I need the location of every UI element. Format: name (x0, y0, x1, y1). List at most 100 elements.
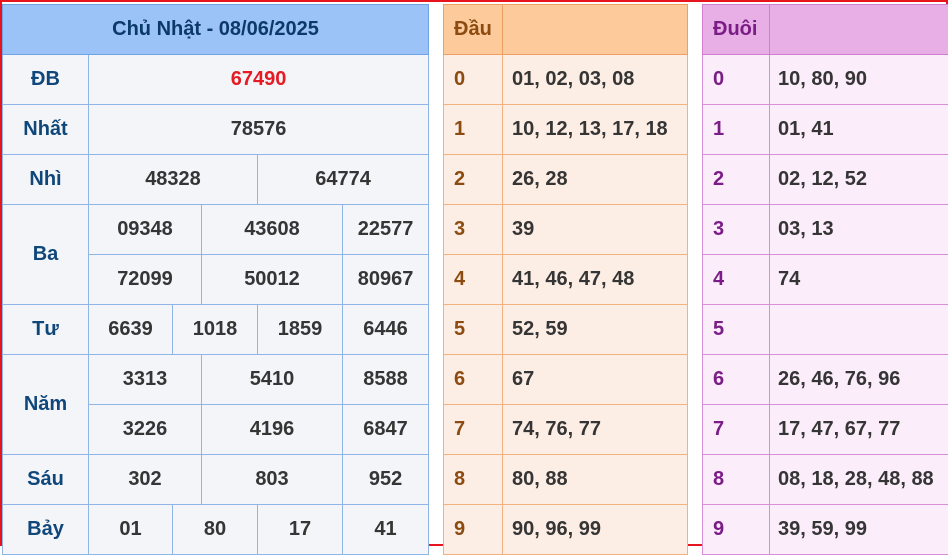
head-header: Đầu (444, 5, 503, 55)
prize-number-special: 67490 (89, 55, 429, 105)
prize-number: 09348 (89, 205, 202, 255)
head-digit: 4 (444, 255, 503, 305)
head-digit-table: Đầu 001, 02, 03, 08 110, 12, 13, 17, 18 … (443, 4, 688, 555)
prize-label: Sáu (3, 455, 89, 505)
head-row: 880, 88 (444, 455, 688, 505)
tail-row: 939, 59, 99 (703, 505, 948, 555)
tail-digit: 8 (703, 455, 770, 505)
head-row: 226, 28 (444, 155, 688, 205)
results-date-title: Chủ Nhật - 08/06/2025 (3, 5, 429, 55)
head-row: 441, 46, 47, 48 (444, 255, 688, 305)
tail-row: 010, 80, 90 (703, 55, 948, 105)
prize-number: 5410 (202, 355, 343, 405)
head-values: 90, 96, 99 (503, 505, 688, 555)
head-values: 67 (503, 355, 688, 405)
head-digit: 6 (444, 355, 503, 405)
tail-values: 08, 18, 28, 48, 88 (770, 455, 948, 505)
head-digit: 2 (444, 155, 503, 205)
prize-number: 01 (89, 505, 173, 555)
tail-digit: 1 (703, 105, 770, 155)
prize-row-fourth: Tư 6639 1018 1859 6446 (3, 305, 429, 355)
head-row: 552, 59 (444, 305, 688, 355)
tail-header-blank (770, 5, 948, 55)
head-row: 667 (444, 355, 688, 405)
tail-row: 717, 47, 67, 77 (703, 405, 948, 455)
prize-number: 8588 (343, 355, 429, 405)
head-digit: 3 (444, 205, 503, 255)
tail-values: 10, 80, 90 (770, 55, 948, 105)
tail-digit: 5 (703, 305, 770, 355)
head-digit: 1 (444, 105, 503, 155)
prize-number: 43608 (202, 205, 343, 255)
tail-values: 39, 59, 99 (770, 505, 948, 555)
prize-label: Tư (3, 305, 89, 355)
prize-number: 78576 (89, 105, 429, 155)
tail-digit: 3 (703, 205, 770, 255)
head-digit: 9 (444, 505, 503, 555)
prize-number: 41 (343, 505, 429, 555)
prize-number: 6847 (343, 405, 429, 455)
tail-values: 01, 41 (770, 105, 948, 155)
tail-row: 202, 12, 52 (703, 155, 948, 205)
head-digit: 7 (444, 405, 503, 455)
prize-number: 302 (89, 455, 202, 505)
prize-number: 80 (173, 505, 258, 555)
prize-number: 4196 (202, 405, 343, 455)
tail-digit: 9 (703, 505, 770, 555)
prize-label: Nhì (3, 155, 89, 205)
tail-values: 02, 12, 52 (770, 155, 948, 205)
prize-number: 50012 (202, 255, 343, 305)
head-values: 74, 76, 77 (503, 405, 688, 455)
prize-label: Nhất (3, 105, 89, 155)
head-row: 110, 12, 13, 17, 18 (444, 105, 688, 155)
tail-row: 5 (703, 305, 948, 355)
tail-row: 303, 13 (703, 205, 948, 255)
prize-number: 803 (202, 455, 343, 505)
head-values: 80, 88 (503, 455, 688, 505)
prize-number: 22577 (343, 205, 429, 255)
head-values: 01, 02, 03, 08 (503, 55, 688, 105)
prize-row-fifth: Năm 3313 5410 8588 (3, 355, 429, 405)
prize-number: 6446 (343, 305, 429, 355)
prize-row-sixth: Sáu 302 803 952 (3, 455, 429, 505)
prize-number: 1859 (258, 305, 343, 355)
tail-digit: 7 (703, 405, 770, 455)
head-values: 41, 46, 47, 48 (503, 255, 688, 305)
prize-number: 17 (258, 505, 343, 555)
tail-header-row: Đuôi (703, 5, 948, 55)
head-row: 001, 02, 03, 08 (444, 55, 688, 105)
head-header-row: Đầu (444, 5, 688, 55)
prize-number: 952 (343, 455, 429, 505)
tail-values: 03, 13 (770, 205, 948, 255)
prize-number: 1018 (173, 305, 258, 355)
lottery-result-panel: Chủ Nhật - 08/06/2025 ĐB 67490 Nhất 7857… (0, 0, 948, 546)
head-row: 990, 96, 99 (444, 505, 688, 555)
prize-number: 3226 (89, 405, 202, 455)
tail-row: 808, 18, 28, 48, 88 (703, 455, 948, 505)
head-values: 26, 28 (503, 155, 688, 205)
head-digit: 8 (444, 455, 503, 505)
head-row: 774, 76, 77 (444, 405, 688, 455)
prize-label: Bảy (3, 505, 89, 555)
tail-values: 74 (770, 255, 948, 305)
head-values: 52, 59 (503, 305, 688, 355)
prize-number: 48328 (89, 155, 258, 205)
prize-number: 3313 (89, 355, 202, 405)
prize-label: Năm (3, 355, 89, 455)
tail-values (770, 305, 948, 355)
prize-number: 64774 (258, 155, 429, 205)
tail-header: Đuôi (703, 5, 770, 55)
prize-label: ĐB (3, 55, 89, 105)
head-digit: 5 (444, 305, 503, 355)
tail-digit: 6 (703, 355, 770, 405)
tail-digit-table: Đuôi 010, 80, 90 101, 41 202, 12, 52 303… (702, 4, 948, 555)
head-values: 10, 12, 13, 17, 18 (503, 105, 688, 155)
tail-values: 17, 47, 67, 77 (770, 405, 948, 455)
head-digit: 0 (444, 55, 503, 105)
tail-digit: 0 (703, 55, 770, 105)
tail-values: 26, 46, 76, 96 (770, 355, 948, 405)
head-header-blank (503, 5, 688, 55)
tail-digit: 2 (703, 155, 770, 205)
tail-digit: 4 (703, 255, 770, 305)
prize-row-seventh: Bảy 01 80 17 41 (3, 505, 429, 555)
